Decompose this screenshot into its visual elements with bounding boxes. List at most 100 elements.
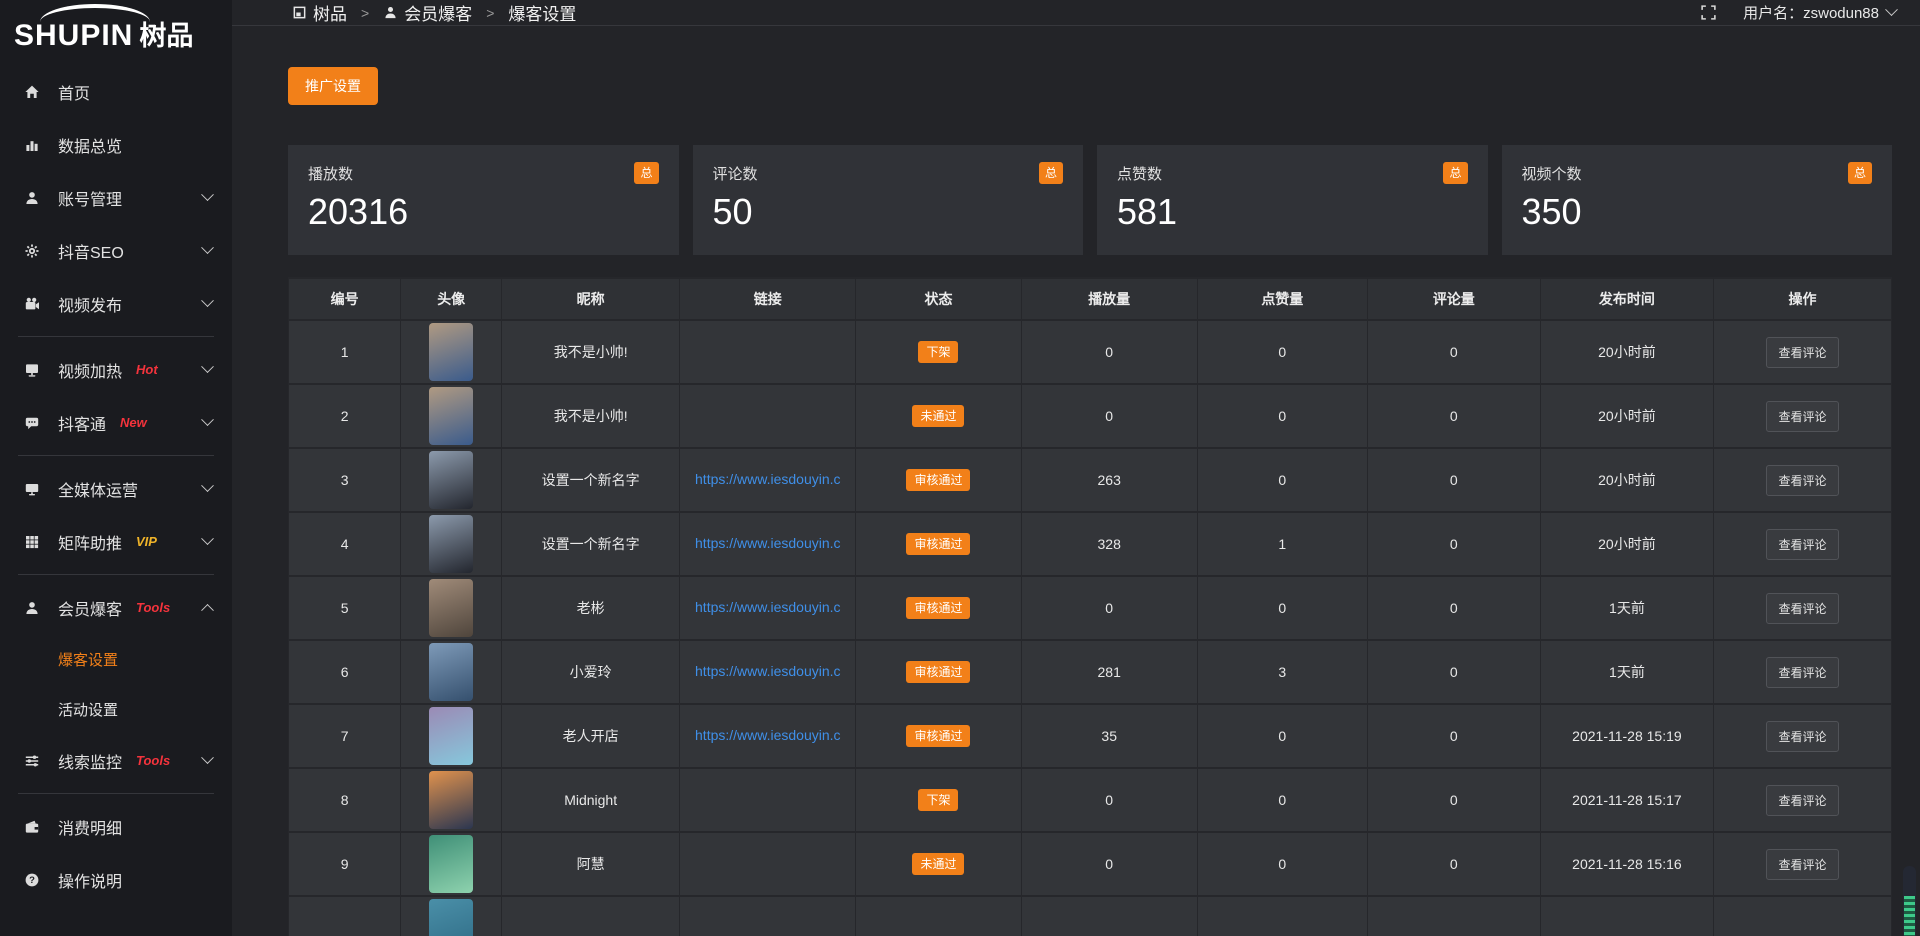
stat-card-comments: 评论数 总 50	[693, 145, 1084, 255]
chevron-down-icon	[201, 188, 214, 201]
avatar-cell	[401, 768, 502, 832]
table-row: 1我不是小帅!下架00020小时前查看评论	[289, 320, 1892, 384]
user-icon	[24, 600, 42, 616]
column-header-comments: 评论量	[1367, 278, 1540, 320]
sidebar-item-account-management[interactable]: 账号管理	[0, 171, 232, 224]
sidebar-subitem-activity-settings[interactable]: 活动设置	[0, 684, 232, 734]
main-area: 树品 > 会员爆客 > 爆客设置 用户名：z	[232, 0, 1920, 936]
video-link[interactable]: https://www.iesdouyin.c	[695, 471, 841, 487]
view-comments-button[interactable]: 查看评论	[1766, 721, 1838, 752]
actions-cell: 查看评论	[1713, 704, 1891, 768]
sidebar-subitem-baoke-settings[interactable]: 爆客设置	[0, 634, 232, 684]
avatar-cell	[401, 448, 502, 512]
user-menu[interactable]: 用户名：zswodun88	[1743, 2, 1896, 23]
total-badge: 总	[1443, 162, 1467, 184]
likes-cell: 3	[1197, 640, 1367, 704]
plays-cell: 0	[1021, 832, 1197, 896]
logo-arc-decoration	[40, 4, 150, 22]
sidebar-item-video-heat[interactable]: 视频加热Hot	[0, 343, 232, 396]
column-header-likes: 点赞量	[1197, 278, 1367, 320]
video-link[interactable]: https://www.iesdouyin.c	[695, 599, 841, 615]
video-camera-icon	[24, 296, 42, 312]
link-cell	[680, 896, 856, 936]
table-row: 4设置一个新名字https://www.iesdouyin.c审核通过32810…	[289, 512, 1892, 576]
row-id-cell: 7	[289, 704, 401, 768]
video-link[interactable]: https://www.iesdouyin.c	[695, 535, 841, 551]
sidebar-item-matrix-boost[interactable]: 矩阵助推VIP	[0, 515, 232, 568]
row-id-cell: 4	[289, 512, 401, 576]
avatar	[429, 899, 473, 936]
link-cell	[680, 320, 856, 384]
sidebar-item-label: 首页	[58, 80, 90, 104]
avatar-cell	[401, 320, 502, 384]
status-cell: 审核通过	[856, 640, 1021, 704]
sidebar-item-video-publish[interactable]: 视频发布	[0, 277, 232, 330]
sidebar-item-data-overview[interactable]: 数据总览	[0, 118, 232, 171]
sidebar-divider	[18, 336, 214, 337]
breadcrumb-item-member-baoke[interactable]: 会员爆客	[383, 0, 472, 25]
promo-settings-button[interactable]: 推广设置	[288, 67, 378, 105]
status-badge: 下架	[918, 789, 958, 811]
view-comments-button[interactable]: 查看评论	[1766, 785, 1838, 816]
topbar-right: 用户名：zswodun88	[1700, 2, 1896, 23]
comments-cell: 0	[1367, 448, 1540, 512]
link-cell	[680, 832, 856, 896]
column-header-avatar: 头像	[401, 278, 502, 320]
comments-cell	[1367, 896, 1540, 936]
plays-cell	[1021, 896, 1197, 936]
breadcrumb-separator: >	[361, 5, 369, 21]
sidebar-item-label: 抖客通	[58, 411, 106, 435]
status-badge: 未通过	[912, 853, 964, 875]
plays-cell: 263	[1021, 448, 1197, 512]
video-link[interactable]: https://www.iesdouyin.c	[695, 727, 841, 743]
sidebar-item-member-baoke[interactable]: 会员爆客Tools	[0, 581, 232, 634]
view-comments-button[interactable]: 查看评论	[1766, 593, 1838, 624]
column-header-publish-time: 发布时间	[1540, 278, 1713, 320]
sidebar-item-label: 数据总览	[58, 133, 122, 157]
stat-card-videos: 视频个数 总 350	[1502, 145, 1893, 255]
view-comments-button[interactable]: 查看评论	[1766, 529, 1838, 560]
sidebar-item-douketong[interactable]: 抖客通New	[0, 396, 232, 449]
status-cell: 审核通过	[856, 448, 1021, 512]
status-cell: 未通过	[856, 384, 1021, 448]
actions-cell	[1713, 896, 1891, 936]
stat-value: 50	[713, 192, 1064, 232]
avatar	[429, 771, 473, 829]
view-comments-button[interactable]: 查看评论	[1766, 401, 1838, 432]
view-comments-button[interactable]: 查看评论	[1766, 337, 1838, 368]
view-comments-button[interactable]: 查看评论	[1766, 657, 1838, 688]
chevron-down-icon	[1885, 3, 1898, 16]
sidebar-item-all-media-operation[interactable]: 全媒体运营	[0, 462, 232, 515]
view-comments-button[interactable]: 查看评论	[1766, 849, 1838, 880]
avatar	[429, 707, 473, 765]
status-badge: 审核通过	[906, 725, 970, 747]
sidebar-item-home[interactable]: 首页	[0, 65, 232, 118]
comments-cell: 0	[1367, 320, 1540, 384]
video-link[interactable]: https://www.iesdouyin.c	[695, 663, 841, 679]
fullscreen-icon[interactable]	[1700, 4, 1717, 21]
table-header-row: 编号 头像 昵称 链接 状态 播放量 点赞量 评论量 发布时间 操作	[289, 278, 1892, 320]
breadcrumb-separator: >	[486, 5, 494, 21]
breadcrumb-item-shupin[interactable]: 树品	[292, 0, 347, 25]
sidebar-item-consumption-detail[interactable]: 消费明细	[0, 800, 232, 853]
likes-cell: 1	[1197, 512, 1367, 576]
table-row: 5老彬https://www.iesdouyin.c审核通过0001天前查看评论	[289, 576, 1892, 640]
publish-time-cell: 1天前	[1540, 576, 1713, 640]
table-row: 7老人开店https://www.iesdouyin.c审核通过35002021…	[289, 704, 1892, 768]
breadcrumb: 树品 > 会员爆客 > 爆客设置	[292, 0, 576, 25]
chevron-down-icon	[201, 413, 214, 426]
sidebar-item-operation-guide[interactable]: ?操作说明	[0, 853, 232, 906]
sidebar-divider	[18, 793, 214, 794]
plays-cell: 0	[1021, 768, 1197, 832]
sidebar-item-clue-monitor[interactable]: 线索监控Tools	[0, 734, 232, 787]
avatar	[429, 515, 473, 573]
username-label: 用户名：zswodun88	[1743, 2, 1879, 23]
topbar: 树品 > 会员爆客 > 爆客设置 用户名：z	[232, 0, 1920, 26]
logo-suffix-text: 树品	[139, 21, 193, 51]
user-icon	[24, 190, 42, 206]
wallet-icon	[24, 819, 42, 835]
scrollbar[interactable]	[1903, 866, 1916, 936]
view-comments-button[interactable]: 查看评论	[1766, 465, 1838, 496]
breadcrumb-item-baoke-settings[interactable]: 爆客设置	[508, 0, 576, 25]
sidebar-item-douyin-seo[interactable]: 抖音SEO	[0, 224, 232, 277]
